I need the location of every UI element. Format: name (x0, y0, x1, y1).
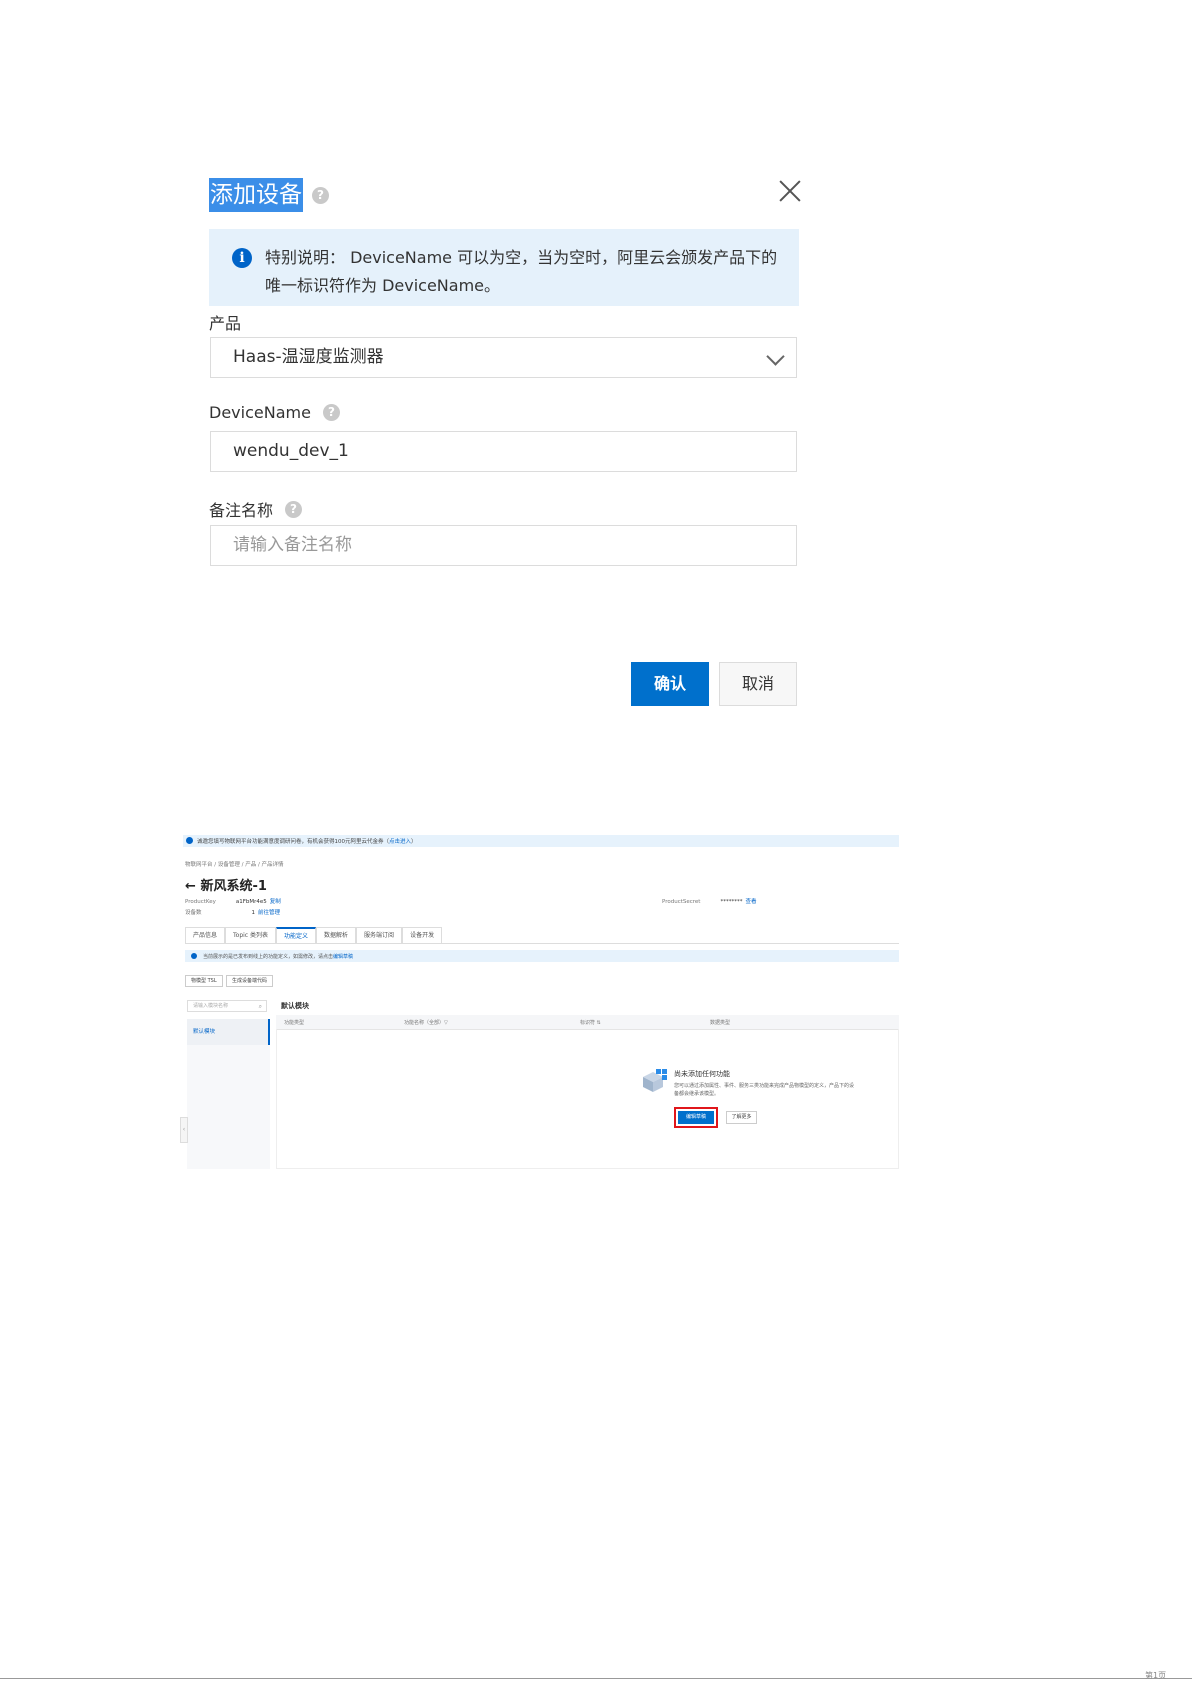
product-secret-value: ******** (720, 899, 743, 905)
module-search-input[interactable]: 请输入模块名称 ⌕ (187, 1000, 267, 1012)
table-header: 功能类型 功能名称（全部）▽ 标识符 ⇅ 数据类型 (276, 1015, 899, 1030)
edit-draft-link[interactable]: 编辑草稿 (333, 954, 353, 960)
console-screenshot: 诚邀您填写物联网平台功能满意度调研问卷，有机会获得100元阿里云代金券（点击进入… (180, 835, 899, 1170)
remark-input-placeholder: 请输入备注名称 (233, 535, 352, 555)
info-icon (191, 953, 197, 959)
product-select[interactable]: Haas-温湿度监测器 (210, 337, 797, 378)
banner-link[interactable]: 点击进入 (389, 839, 411, 845)
dialog-title: 添加设备 (209, 178, 303, 212)
page-title-text: 新风系统-1 (200, 879, 267, 894)
column-header[interactable]: 功能名称（全部）▽ (404, 1019, 448, 1026)
banner-text: 诚邀您填写物联网平台功能满意度调研问卷，有机会获得100元阿里云代金券（点击进入… (197, 837, 417, 845)
notice-box: i 特别说明： DeviceName 可以为空，当为空时，阿里云会颁发产品下的唯… (209, 229, 799, 306)
info-text-main: 当前展示的是已发布到线上的功能定义，如需修改，请点击 (203, 954, 334, 960)
generate-code-button[interactable]: 生成设备端代码 (226, 975, 274, 987)
banner-text-main: 诚邀您填写物联网平台功能满意度调研问卷，有机会获得100元阿里云代金券（ (197, 839, 390, 845)
tab-topic[interactable]: Topic 类列表 (225, 927, 277, 943)
info-text: 当前展示的是已发布到线上的功能定义，如需修改，请点击编辑草稿 (203, 953, 353, 960)
tab-product-info[interactable]: 产品信息 (185, 927, 226, 943)
devicename-input[interactable]: wendu_dev_1 (210, 431, 797, 472)
close-icon[interactable] (778, 179, 802, 203)
product-label-text: 产品 (209, 314, 242, 333)
column-header: 功能类型 (284, 1020, 305, 1026)
info-icon (186, 837, 193, 844)
back-arrow-icon[interactable]: ← (185, 879, 196, 894)
view-link[interactable]: 查看 (745, 899, 756, 905)
search-icon[interactable]: ⌕ (259, 1002, 262, 1012)
tab-data-parsing[interactable]: 数据解析 (316, 927, 357, 943)
product-key-label: ProductKey (185, 899, 216, 905)
survey-banner: 诚邀您填写物联网平台功能满意度调研问卷，有机会获得100元阿里云代金券（点击进入… (183, 835, 899, 847)
learn-more-button[interactable]: 了解更多 (726, 1111, 757, 1124)
chevron-down-icon (766, 347, 785, 366)
device-count-label: 设备数 (185, 910, 202, 916)
info-bar: 当前展示的是已发布到线上的功能定义，如需修改，请点击编辑草稿 (185, 950, 899, 962)
tab-server-subscription[interactable]: 服务端订阅 (356, 927, 403, 943)
sidebar-item-default-module[interactable]: 默认模块 (187, 1019, 270, 1045)
footer-page-number: 第1页 (1145, 1671, 1167, 1680)
devicename-label: DeviceName ? (209, 403, 340, 422)
tsl-button[interactable]: 物模型 TSL (185, 975, 223, 987)
collapse-handle[interactable]: ‹ (180, 1117, 188, 1143)
tab-bar: 产品信息 Topic 类列表 功能定义 数据解析 服务端订阅 设备开发 (185, 927, 899, 944)
devicename-label-text: DeviceName (209, 403, 311, 422)
column-header: 数据类型 (710, 1020, 731, 1026)
notice-text: 特别说明： DeviceName 可以为空，当为空时，阿里云会颁发产品下的唯一标… (265, 248, 778, 295)
device-count-value: 1 (251, 910, 256, 916)
tab-function-definition[interactable]: 功能定义 (276, 927, 317, 943)
empty-state-description: 您可以通过添加属性、事件、服务三类功能来完成产品物模型的定义，产品下的设备都会继… (674, 1083, 855, 1097)
help-icon[interactable]: ? (312, 186, 329, 204)
product-key-value: a1FbMr4e5 (235, 899, 267, 905)
manage-link[interactable]: 前往管理 (258, 910, 280, 916)
product-select-value: Haas-温湿度监测器 (233, 347, 384, 367)
product-key-row: ProductKey a1FbMr4e5 复制 (185, 897, 281, 905)
empty-state-icon (643, 1069, 667, 1092)
column-header[interactable]: 标识符 ⇅ (580, 1019, 601, 1026)
remark-label: 备注名称 ? (209, 497, 303, 521)
empty-state-title: 尚未添加任何功能 (674, 1070, 730, 1078)
table-body (276, 1029, 899, 1169)
module-search-placeholder: 请输入模块名称 (193, 1003, 229, 1009)
confirm-button[interactable]: 确认 (631, 662, 709, 706)
tab-device-development[interactable]: 设备开发 (402, 927, 443, 943)
remark-input[interactable]: 请输入备注名称 (210, 525, 797, 566)
help-icon[interactable]: ? (322, 404, 340, 421)
page-title: ← 新风系统-1 (185, 875, 267, 894)
cancel-button[interactable]: 取消 (719, 662, 797, 706)
product-secret-label: ProductSecret (662, 899, 701, 905)
module-title: 默认模块 (281, 1002, 309, 1010)
footer-divider (0, 1678, 1192, 1679)
breadcrumb[interactable]: 物联网平台 / 设备管理 / 产品 / 产品详情 (185, 860, 284, 868)
copy-link[interactable]: 复制 (270, 899, 281, 905)
edit-draft-button[interactable]: 编辑草稿 (674, 1107, 718, 1128)
devicename-input-value: wendu_dev_1 (233, 441, 349, 461)
product-secret-row: ProductSecret ******** 查看 (662, 897, 756, 905)
remark-label-text: 备注名称 (209, 501, 274, 520)
help-icon[interactable]: ? (285, 500, 303, 518)
info-icon: i (232, 248, 252, 268)
device-count-row: 设备数 1 前往管理 (185, 908, 280, 916)
dialog-title-row: 添加设备 ? (209, 177, 329, 213)
product-label: 产品 (209, 310, 241, 334)
banner-text-end: ） (411, 839, 417, 845)
